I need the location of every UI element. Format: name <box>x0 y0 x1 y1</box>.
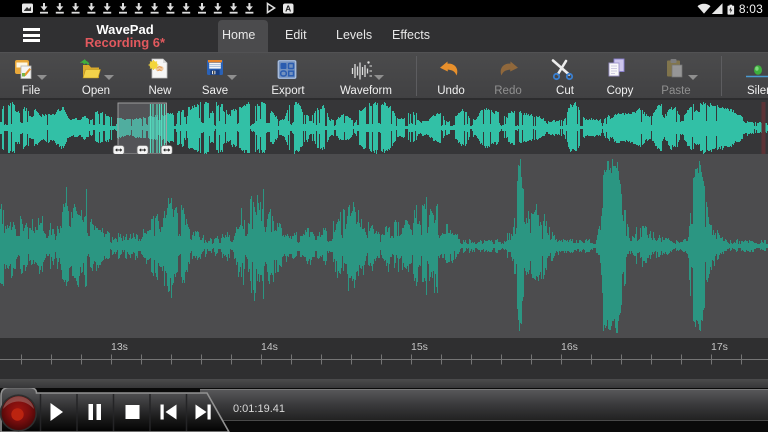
svg-text:A: A <box>285 4 291 14</box>
svg-text:0:01:19.41: 0:01:19.41 <box>233 403 285 415</box>
